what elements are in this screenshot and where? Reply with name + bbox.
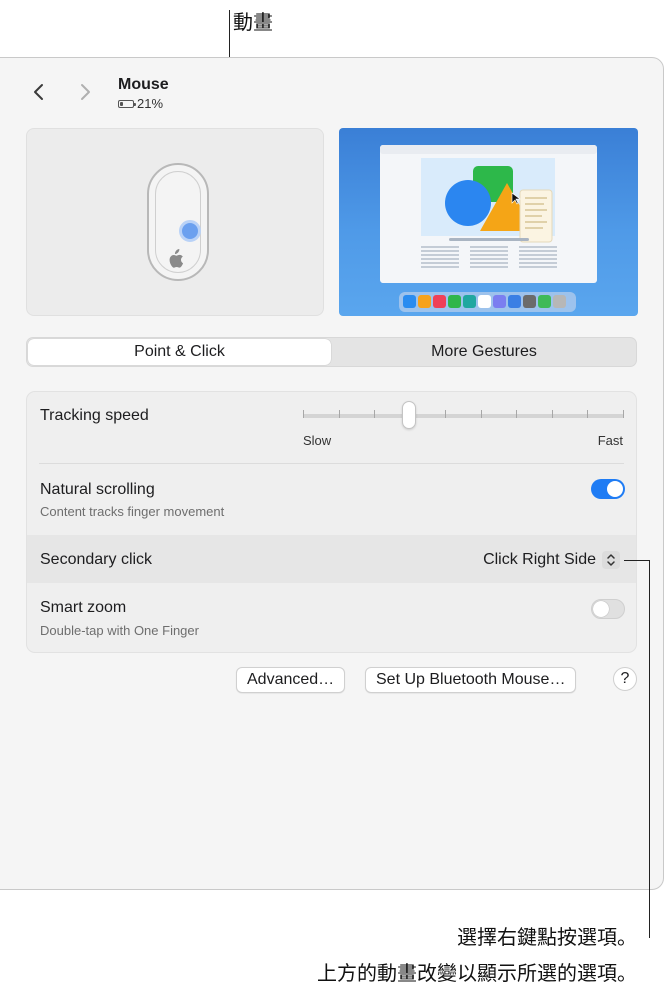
smart-zoom-description: Double-tap with One Finger xyxy=(40,623,199,638)
preview-illustration xyxy=(380,145,597,312)
tracking-speed-thumb[interactable] xyxy=(401,401,416,429)
setup-bluetooth-mouse-button[interactable]: Set Up Bluetooth Mouse… xyxy=(365,667,577,693)
touch-point xyxy=(179,220,201,242)
help-button[interactable]: ? xyxy=(613,667,637,691)
callout-line-2: 上方的動畫改變以顯示所選的選項。 xyxy=(317,963,637,985)
natural-scrolling-description: Content tracks finger movement xyxy=(40,504,225,519)
natural-scrolling-toggle[interactable] xyxy=(591,479,625,499)
advanced-button[interactable]: Advanced… xyxy=(236,667,346,693)
slider-tick xyxy=(374,410,376,418)
secondary-click-callout: 選擇右鍵點按選項。 上方的動畫改變以顯示所選的選項。 xyxy=(317,920,637,992)
tracking-speed-slider[interactable] xyxy=(303,414,624,418)
secondary-click-leader-line-vertical xyxy=(649,560,650,938)
natural-scrolling-label: Natural scrolling xyxy=(40,481,155,498)
settings-group: Tracking speed Slow Fast Natural scrolli… xyxy=(26,391,637,653)
slider-tick xyxy=(480,410,482,418)
chevron-left-icon[interactable] xyxy=(30,80,48,104)
tab-point-and-click[interactable]: Point & Click xyxy=(28,339,331,365)
chevron-right-icon[interactable] xyxy=(76,80,94,104)
apple-logo-icon xyxy=(169,249,183,268)
slider-tick xyxy=(516,410,518,418)
tracking-speed-label: Tracking speed xyxy=(40,407,149,424)
secondary-click-value: Click Right Side xyxy=(483,551,596,568)
secondary-click-leader-line xyxy=(624,560,649,561)
battery-percent: 21% xyxy=(137,96,164,111)
battery-status: 21% xyxy=(118,96,163,111)
slider-tick xyxy=(587,410,589,418)
page-title: Mouse xyxy=(118,76,169,93)
desktop-preview xyxy=(339,128,638,316)
tab-more-gestures[interactable]: More Gestures xyxy=(333,339,635,365)
slider-min-label: Slow xyxy=(303,433,332,448)
callout-line-1: 選擇右鍵點按選項。 xyxy=(457,927,637,949)
slider-tick xyxy=(338,410,340,418)
battery-icon xyxy=(118,99,136,108)
slider-tick xyxy=(623,410,624,418)
smart-zoom-toggle[interactable] xyxy=(591,599,625,619)
animation-callout: 動畫 xyxy=(233,12,273,34)
gesture-tabs: Point & Click More Gestures xyxy=(26,337,637,367)
mouse-animation-panel xyxy=(26,128,324,316)
slider-tick xyxy=(303,410,304,418)
smart-zoom-label: Smart zoom xyxy=(40,599,127,616)
slider-max-label: Fast xyxy=(597,433,623,448)
secondary-click-label: Secondary click xyxy=(40,551,153,568)
slider-tick xyxy=(551,410,553,418)
divider xyxy=(39,463,624,464)
slider-tick xyxy=(445,410,447,418)
secondary-click-popup[interactable]: Click Right Side xyxy=(483,549,620,571)
popup-chevron-icon xyxy=(602,551,620,569)
